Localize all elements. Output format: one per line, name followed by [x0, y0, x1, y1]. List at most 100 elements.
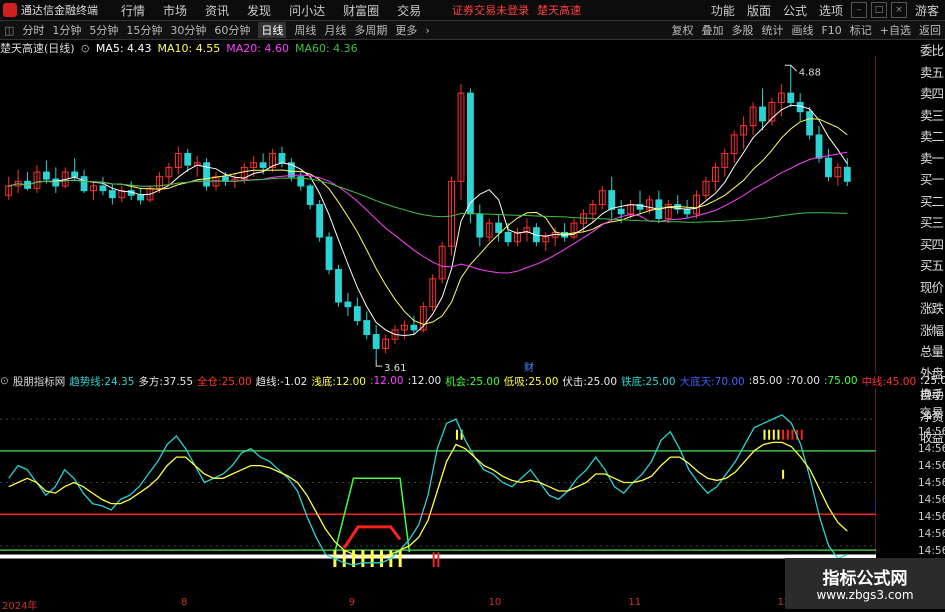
login-notice[interactable]: 证券交易未登录 — [452, 2, 529, 18]
position-box — [342, 525, 402, 549]
quote-panel-item: 涨跌 — [919, 301, 944, 316]
trend-line — [8, 414, 848, 566]
candle-body — [42, 171, 50, 180]
ma-settings-icon[interactable]: ⊙ — [81, 42, 90, 55]
period-tab-15min[interactable]: 15分钟 — [126, 22, 162, 38]
quote-panel-item: 买四 — [919, 236, 944, 252]
candle-body — [787, 92, 795, 103]
menu-item-formula[interactable]: 公式 — [783, 2, 807, 19]
quote-panel-item: 买一 — [919, 172, 944, 187]
toolbar-add-watchlist-button[interactable]: +自选 — [880, 22, 911, 38]
indicator-header: ⊙ 股朋指标网 趋势线:24.35 多方:37.55 全仓:25.00 趋线:-1.0… — [0, 374, 945, 388]
menu-item-layout[interactable]: 版面 — [747, 2, 771, 19]
trade-label[interactable]: 交易 — [918, 404, 945, 422]
chart-title: 楚天高速(日线) — [0, 42, 75, 55]
candle-body — [344, 301, 352, 308]
candle-body — [759, 106, 766, 122]
toolbar-overlay-button[interactable]: 叠加 — [701, 22, 723, 38]
period-tab-intraday[interactable]: 分时 — [22, 22, 44, 38]
indicator-chart[interactable]: 90.0075.0060.0045.0030.0048.29 — [0, 388, 876, 597]
ma10-label: MA10: 4.55 — [157, 41, 221, 55]
period-tab-30min[interactable]: 30分钟 — [170, 22, 206, 38]
candle-body — [410, 324, 418, 331]
quote-panel-item: 涨幅 — [919, 322, 944, 338]
indicator-value: 趋线:-1.02 — [255, 375, 308, 388]
period-tab-multi[interactable]: 多周期 — [354, 22, 387, 38]
maximize-icon[interactable]: □ — [870, 2, 887, 18]
period-tab-daily[interactable]: 日线 — [258, 22, 287, 38]
candle-body — [335, 269, 342, 303]
menu-item-trade[interactable]: 交易 — [397, 2, 421, 19]
candle-body — [363, 320, 371, 336]
close-icon[interactable]: × — [890, 2, 907, 18]
toolbar-back-button[interactable]: 返回 — [919, 22, 941, 38]
auto-label[interactable]: 自动 — [918, 386, 945, 404]
period-tab-weekly[interactable]: 周线 — [294, 22, 316, 38]
signal-bar-red — [437, 552, 440, 567]
toolbar-adjust-button[interactable]: 复权 — [671, 22, 693, 38]
indicator-value: 多方:37.55 — [138, 375, 194, 388]
quote-panel-item: 买三 — [919, 215, 944, 230]
indicator-value: 机会:25.00 — [445, 375, 500, 388]
time-column: 14:56 14:56 14:56 14:56 14:56 14:56 14:56 14:56… — [918, 424, 945, 577]
menu-item-discover[interactable]: 发现 — [247, 2, 271, 19]
menu-item-ask[interactable]: 问小达 — [289, 2, 325, 19]
candle-body — [683, 208, 691, 215]
quote-panel-item: 委比 — [919, 43, 944, 58]
time-label: 14:56 — [918, 443, 945, 455]
candle-body — [325, 236, 333, 271]
low-buy-bar — [380, 550, 384, 567]
time-label: 14:56 — [918, 460, 945, 472]
price-chart[interactable]: 4.804.704.604.504.404.304.204.104.003.90… — [0, 56, 876, 374]
indicator-settings-icon[interactable]: ⊙ — [0, 375, 9, 387]
candle-body — [476, 213, 484, 238]
date-axis: 2024年 8 9 10 11 12 — [0, 597, 876, 612]
chevron-right-icon[interactable]: › — [425, 24, 429, 37]
user-label[interactable]: 游客 — [915, 2, 939, 19]
opportunity-box — [334, 477, 411, 553]
candle-body — [99, 185, 107, 192]
time-label: 14:56 — [918, 511, 945, 523]
menu-item-options[interactable]: 选项 — [819, 2, 843, 19]
candle-body — [466, 92, 474, 215]
period-tab-5min[interactable]: 5分钟 — [89, 22, 118, 38]
candle-body — [372, 334, 380, 349]
period-tab-60min[interactable]: 60分钟 — [214, 22, 250, 38]
toolbar-stats-button[interactable]: 统计 — [761, 22, 783, 38]
period-tab-monthly[interactable]: 月线 — [324, 22, 346, 38]
toolbar-mark-button[interactable]: 标记 — [850, 22, 872, 38]
signal-bar-red — [432, 552, 435, 567]
menu-item-market[interactable]: 行情 — [121, 2, 145, 19]
quote-panel-item: 现价 — [919, 279, 944, 295]
low-buy-bar — [361, 550, 365, 567]
candle-body — [278, 152, 286, 164]
ma-line-ma5 — [8, 104, 848, 337]
toolbar-multistock-button[interactable]: 多股 — [731, 22, 753, 38]
date-axis-label: 2024年 — [2, 601, 38, 612]
candle-body — [259, 162, 267, 168]
menu-item-function[interactable]: 功能 — [711, 2, 735, 19]
ma5-label: MA5: 4.43 — [95, 41, 152, 55]
quote-panel-item: 买五 — [919, 258, 944, 273]
watermark-badge: 指标公式网 www.zbgs3.com — [785, 558, 945, 609]
minimize-icon[interactable]: – — [850, 2, 867, 18]
menu-item-exchange[interactable]: 市场 — [163, 2, 187, 19]
indicator-value: :70.00 — [786, 375, 820, 387]
auto-trade-panel: 自动 交易 — [918, 386, 945, 422]
indicator-value: :85.00 — [748, 375, 783, 387]
candle-body — [316, 204, 324, 238]
ma-line-ma20 — [8, 151, 848, 274]
period-tab-1min[interactable]: 1分钟 — [52, 22, 81, 38]
indicator-value: 浅底:12.00 — [311, 375, 366, 388]
menu-item-news[interactable]: 资讯 — [205, 2, 229, 19]
toolbar-draw-button[interactable]: 画线 — [791, 22, 813, 38]
date-axis-label: 10 — [488, 597, 502, 608]
low-buy-bar — [370, 550, 374, 567]
toolbar-back-icon[interactable]: ◫ — [4, 24, 14, 37]
candle-body — [843, 166, 851, 182]
menu-item-wealth[interactable]: 财富圈 — [343, 2, 379, 19]
toolbar-f10-button[interactable]: F10 — [821, 24, 841, 37]
date-axis-label: 11 — [628, 597, 642, 608]
indicator-value: 趋势线:24.35 — [69, 375, 135, 388]
period-tab-more[interactable]: 更多 — [395, 22, 417, 38]
